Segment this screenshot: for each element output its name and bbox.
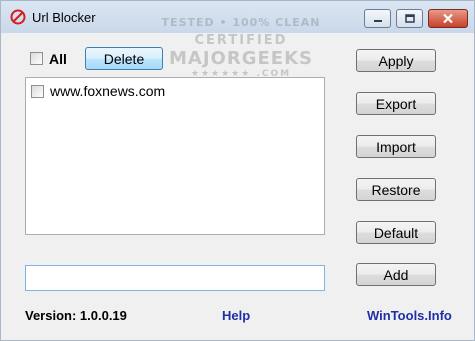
list-item[interactable]: www.foxnews.com bbox=[26, 82, 324, 100]
apply-button[interactable]: Apply bbox=[356, 49, 436, 72]
watermark-line-3: MAJORGEEKS bbox=[169, 48, 313, 69]
delete-button[interactable]: Delete bbox=[85, 47, 163, 70]
list-item-label: www.foxnews.com bbox=[50, 83, 166, 99]
default-button[interactable]: Default bbox=[356, 221, 436, 244]
import-button[interactable]: Import bbox=[356, 135, 436, 158]
select-all-checkbox[interactable] bbox=[30, 52, 43, 65]
window-title: Url Blocker bbox=[32, 10, 96, 25]
watermark-line-2: CERTIFIED bbox=[194, 33, 288, 48]
maximize-icon bbox=[404, 14, 415, 23]
wintools-link[interactable]: WinTools.Info bbox=[367, 308, 452, 323]
select-all-label: All bbox=[49, 51, 67, 67]
minimize-button[interactable] bbox=[364, 9, 391, 28]
version-label: Version: 1.0.0.19 bbox=[25, 308, 127, 323]
close-button[interactable] bbox=[428, 9, 468, 28]
url-blocker-window: Url Blocker TESTED • 100% CLEAN CERTIFIE… bbox=[0, 0, 475, 341]
url-input[interactable] bbox=[25, 265, 325, 291]
title-bar[interactable]: Url Blocker bbox=[1, 1, 474, 33]
no-entry-icon bbox=[10, 9, 26, 25]
minimize-icon bbox=[373, 19, 382, 22]
close-icon bbox=[443, 13, 453, 24]
add-button[interactable]: Add bbox=[356, 263, 436, 286]
maximize-button[interactable] bbox=[396, 9, 423, 28]
restore-button[interactable]: Restore bbox=[356, 178, 436, 201]
export-button[interactable]: Export bbox=[356, 92, 436, 115]
url-list[interactable]: www.foxnews.com bbox=[25, 77, 325, 235]
help-link[interactable]: Help bbox=[222, 308, 250, 323]
list-item-checkbox[interactable] bbox=[31, 85, 44, 98]
